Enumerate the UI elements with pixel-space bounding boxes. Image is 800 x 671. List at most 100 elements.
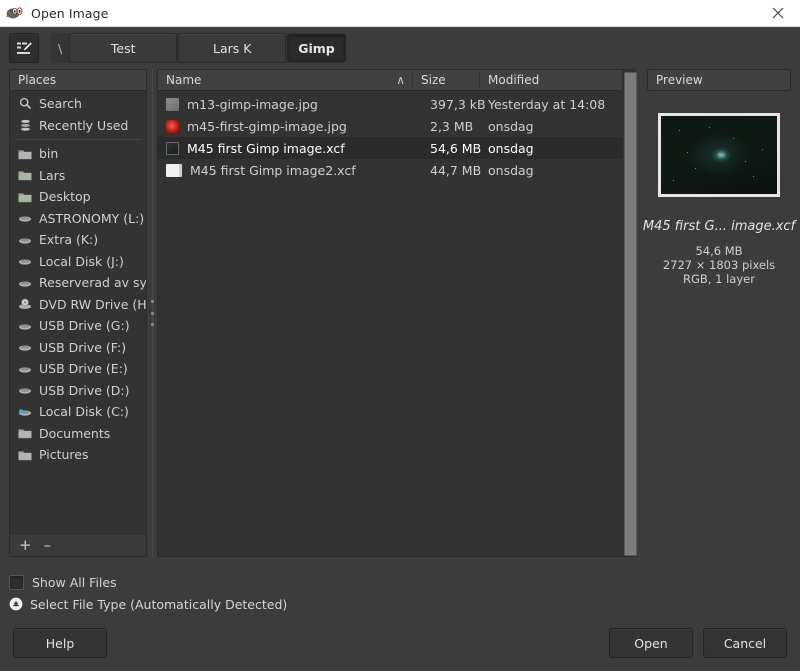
sort-ascending-icon: ∧	[396, 73, 405, 87]
sidebar-item-label: Desktop	[39, 189, 91, 205]
file-modified-cell: Yesterday at 14:08	[488, 96, 606, 112]
options-area: Show All Files Select File Type (Automat…	[0, 557, 800, 615]
table-row[interactable]: m13-gimp-image.jpg 397,3 kB Yesterday at…	[158, 93, 622, 115]
column-header-size[interactable]: Size	[413, 73, 480, 87]
dialog-action-bar: Help Open Cancel	[0, 615, 800, 671]
sidebar-item-local-disk-c[interactable]: Local Disk (C:)	[10, 401, 146, 423]
sidebar-item-recently-used[interactable]: Recently Used	[10, 115, 146, 137]
file-name-cell: M45 first Gimp image.xcf	[158, 141, 430, 156]
places-list: Search Recently Used bin Lars Desktop AS…	[10, 91, 146, 533]
breadcrumb: \ Test Lars K Gimp	[51, 33, 346, 63]
sidebar-item-dvd-rw-drive-h[interactable]: DVD RW Drive (H:)	[10, 294, 146, 316]
sidebar-item-label: Lars	[39, 167, 66, 183]
table-row[interactable]: M45 first Gimp image2.xcf 44,7 MB onsdag	[158, 159, 622, 181]
sidebar-item-label: Extra (K:)	[39, 232, 99, 248]
sidebar-item-label: Search	[39, 96, 82, 112]
expander-glyph	[9, 597, 23, 611]
scrollbar-thumb[interactable]	[624, 72, 637, 556]
sidebar-item-label: Pictures	[39, 447, 89, 463]
close-glyph	[772, 7, 784, 19]
preview-filesize: 54,6 MB	[695, 244, 743, 258]
show-all-files-checkbox[interactable]	[9, 574, 24, 590]
open-button[interactable]: Open	[609, 628, 693, 658]
column-header-name[interactable]: Name ∧	[158, 73, 413, 87]
file-name-label: m45-first-gimp-image.jpg	[187, 118, 347, 134]
open-image-dialog: \ Test Lars K Gimp Places Search Recentl…	[0, 27, 800, 671]
search-icon	[17, 96, 33, 112]
type-file-name-icon[interactable]	[9, 33, 39, 63]
breadcrumb-item-test[interactable]: Test	[69, 33, 178, 63]
add-bookmark-button[interactable]: +	[19, 537, 32, 553]
table-row[interactable]: m45-first-gimp-image.jpg 2,3 MB onsdag	[158, 115, 622, 137]
gimp-wilber-icon	[6, 5, 24, 21]
preview-pane: Preview M45 first G... image.xcf 54,6 MB…	[643, 69, 795, 557]
select-file-type-label: Select File Type (Automatically Detected…	[30, 596, 288, 612]
show-all-files-label: Show All Files	[32, 574, 117, 590]
type-file-name-glyph	[16, 41, 32, 54]
places-sidebar: Places Search Recently Used bin Lars Des…	[9, 69, 147, 557]
sidebar-item-label: Documents	[39, 425, 111, 441]
browser-area: Places Search Recently Used bin Lars Des…	[0, 69, 800, 557]
close-icon[interactable]	[756, 0, 800, 26]
sidebar-item-label: bin	[39, 146, 59, 162]
sidebar-item-label: USB Drive (D:)	[39, 382, 130, 398]
file-size-cell: 397,3 kB	[430, 96, 486, 112]
file-size-cell: 44,7 MB	[430, 162, 482, 178]
window-title: Open Image	[31, 5, 109, 21]
file-thumbnail-icon	[166, 97, 179, 111]
breadcrumb-item-root[interactable]: \	[51, 35, 69, 61]
folder-icon	[17, 189, 33, 205]
splitter-grip	[150, 300, 155, 326]
file-list-pane: Name ∧ Size Modified m13-gimp-image.jpg …	[157, 69, 637, 557]
select-file-type-row[interactable]: Select File Type (Automatically Detected…	[9, 593, 800, 615]
sidebar-item-usb-drive-e[interactable]: USB Drive (E:)	[10, 358, 146, 380]
column-header-modified[interactable]: Modified	[480, 73, 622, 87]
places-divider	[15, 139, 141, 140]
table-row[interactable]: M45 first Gimp image.xcf 54,6 MB onsdag	[158, 137, 622, 159]
folder-icon	[17, 167, 33, 183]
file-thumbnail-icon	[166, 163, 182, 177]
optical-drive-icon	[17, 296, 33, 312]
sidebar-item-local-disk-j[interactable]: Local Disk (J:)	[10, 251, 146, 273]
sidebar-item-usb-drive-d[interactable]: USB Drive (D:)	[10, 380, 146, 402]
drive-icon	[17, 275, 33, 291]
file-rows: m13-gimp-image.jpg 397,3 kB Yesterday at…	[158, 91, 622, 556]
help-button[interactable]: Help	[13, 628, 107, 658]
file-name-cell: m45-first-gimp-image.jpg	[158, 119, 430, 134]
sidebar-item-extra-k[interactable]: Extra (K:)	[10, 229, 146, 251]
file-thumbnail-icon	[166, 141, 179, 155]
preview-metadata: 54,6 MB 2727 × 1803 pixels RGB, 1 layer	[663, 244, 775, 286]
folder-icon	[17, 447, 33, 463]
sidebar-item-pictures[interactable]: Pictures	[10, 444, 146, 466]
sidebar-item-desktop[interactable]: Desktop	[10, 186, 146, 208]
file-list-scrollbar[interactable]	[622, 70, 637, 556]
preview-filename: M45 first G... image.xcf	[642, 219, 796, 234]
cancel-button[interactable]: Cancel	[703, 628, 787, 658]
file-modified-cell: onsdag	[488, 162, 534, 178]
folder-icon	[17, 146, 33, 162]
sidebar-item-documents[interactable]: Documents	[10, 423, 146, 445]
show-all-files-row[interactable]: Show All Files	[9, 571, 800, 593]
file-name-cell: M45 first Gimp image2.xcf	[158, 163, 430, 178]
breadcrumb-item-gimp[interactable]: Gimp	[287, 34, 346, 62]
expander-collapsed-icon[interactable]	[9, 597, 23, 611]
pane-splitter[interactable]	[147, 69, 157, 557]
sidebar-item-astronomy-l[interactable]: ASTRONOMY (L:)	[10, 208, 146, 230]
sidebar-item-reserverad[interactable]: Reserverad av sy...	[10, 272, 146, 294]
sidebar-item-label: USB Drive (E:)	[39, 361, 128, 377]
sidebar-item-usb-drive-f[interactable]: USB Drive (F:)	[10, 337, 146, 359]
drive-icon	[17, 382, 33, 398]
path-bar: \ Test Lars K Gimp	[0, 27, 800, 69]
breadcrumb-item-lars-k[interactable]: Lars K	[178, 33, 287, 63]
sidebar-item-lars[interactable]: Lars	[10, 165, 146, 187]
primary-actions: Open Cancel	[609, 628, 787, 658]
drive-icon	[17, 318, 33, 334]
sidebar-item-usb-drive-g[interactable]: USB Drive (G:)	[10, 315, 146, 337]
system-drive-icon	[17, 404, 33, 420]
file-list: Name ∧ Size Modified m13-gimp-image.jpg …	[158, 70, 622, 556]
sidebar-item-bin[interactable]: bin	[10, 143, 146, 165]
preview-dimensions: 2727 × 1803 pixels	[662, 258, 776, 272]
sidebar-item-search[interactable]: Search	[10, 93, 146, 115]
file-modified-cell: onsdag	[488, 118, 534, 134]
remove-bookmark-button[interactable]: –	[44, 537, 52, 553]
